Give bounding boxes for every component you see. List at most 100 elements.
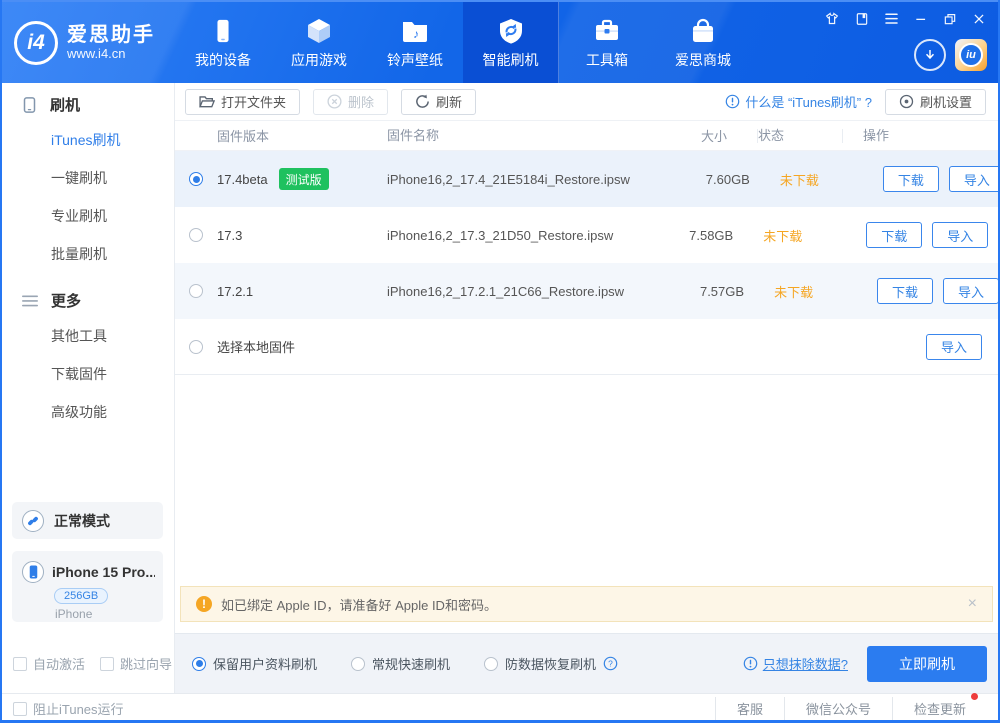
- header: i4 爱思助手 www.i4.cn 我的设备应用游戏♪铃声壁纸智能刷机工具箱爱思…: [0, 0, 1000, 83]
- firmware-radio[interactable]: [189, 340, 203, 354]
- sidebar-item[interactable]: 一键刷机: [0, 159, 174, 197]
- flash-mode-radio[interactable]: 防数据恢复刷机?: [484, 654, 618, 673]
- sidebar-checkbox[interactable]: 跳过向导: [100, 654, 172, 673]
- notice-close-icon[interactable]: ×: [968, 595, 977, 613]
- firmware-radio[interactable]: [189, 284, 203, 298]
- firmware-version: 17.2.1: [217, 284, 253, 299]
- firmware-version: 选择本地固件: [217, 337, 295, 356]
- sidebar: 刷机iTunes刷机一键刷机专业刷机批量刷机更多其他工具下载固件高级功能 正常模…: [0, 83, 175, 693]
- open-folder-button[interactable]: 打开文件夹: [185, 89, 300, 115]
- sidebar-item[interactable]: 下载固件: [0, 355, 174, 393]
- nav-item-ringtone[interactable]: ♪铃声壁纸: [367, 2, 463, 83]
- download-button[interactable]: 下载: [877, 278, 933, 304]
- download-manager-button[interactable]: [914, 39, 946, 71]
- skin-icon[interactable]: [824, 11, 840, 26]
- import-button[interactable]: 导入: [926, 334, 982, 360]
- import-button[interactable]: 导入: [949, 166, 1000, 192]
- refresh-icon: [415, 94, 430, 109]
- statusbar-link[interactable]: 客服: [715, 697, 784, 720]
- toolbar: 打开文件夹 删除 刷新 什么是 “iTunes刷机” ? 刷机设置: [175, 83, 1000, 121]
- sidebar-item[interactable]: 高级功能: [0, 393, 174, 431]
- brand-name: 爱思助手: [67, 24, 155, 46]
- delete-button[interactable]: 删除: [313, 89, 388, 115]
- help-icon[interactable]: ?: [603, 656, 618, 671]
- nav-item-store[interactable]: 爱思商城: [655, 2, 751, 83]
- block-itunes-checkbox[interactable]: 阻止iTunes运行: [13, 699, 124, 718]
- firmware-radio[interactable]: [189, 172, 203, 186]
- apple-id-notice: ! 如已绑定 Apple ID，请准备好 Apple ID和密码。 ×: [180, 586, 993, 622]
- nav-item-device[interactable]: 我的设备: [175, 2, 271, 83]
- update-notification-dot: [971, 693, 978, 700]
- device-icon: [211, 15, 235, 45]
- sidebar-item[interactable]: 批量刷机: [0, 235, 174, 273]
- refresh-button[interactable]: 刷新: [401, 89, 476, 115]
- nav-item-apps[interactable]: 应用游戏: [271, 2, 367, 83]
- menu-lines-icon: [22, 294, 38, 308]
- svg-text:?: ?: [608, 659, 613, 669]
- logo-icon: i4: [14, 21, 58, 65]
- erase-data-link[interactable]: 只想抹除数据?: [743, 654, 848, 673]
- import-button[interactable]: 导入: [932, 222, 988, 248]
- sidebar-group-header-more[interactable]: 更多: [0, 284, 174, 317]
- flash-mode-radio[interactable]: 常规快速刷机: [351, 654, 450, 673]
- app-icon-inner: iu: [959, 43, 983, 67]
- card-icon[interactable]: [855, 12, 869, 26]
- table-header: 固件版本 固件名称 大小 状态 操作: [175, 121, 1000, 151]
- firmware-status: 未下载: [780, 170, 865, 189]
- flash-settings-button[interactable]: 刷机设置: [885, 89, 986, 115]
- app-logo: i4 爱思助手 www.i4.cn: [0, 2, 175, 83]
- sidebar-item[interactable]: 其他工具: [0, 317, 174, 355]
- sidebar-group-header-shuaji[interactable]: 刷机: [0, 88, 174, 121]
- sidebar-item[interactable]: 专业刷机: [0, 197, 174, 235]
- checkbox-icon: [13, 702, 27, 716]
- menu-icon[interactable]: [884, 12, 899, 25]
- firmware-version: 17.3: [217, 228, 242, 243]
- maximize-icon[interactable]: [943, 12, 957, 26]
- main-nav: 我的设备应用游戏♪铃声壁纸智能刷机工具箱爱思商城: [175, 2, 751, 83]
- titlebar-controls: [824, 11, 986, 26]
- download-button[interactable]: 下载: [883, 166, 939, 192]
- close-icon[interactable]: [972, 12, 986, 26]
- mode-label: 正常模式: [54, 511, 110, 531]
- beta-badge: 测试版: [279, 168, 329, 190]
- toolbox-icon: [593, 15, 621, 45]
- ringtone-icon: ♪: [401, 15, 429, 45]
- nav-item-flash[interactable]: 智能刷机: [463, 2, 559, 83]
- statusbar-link[interactable]: 检查更新: [892, 697, 987, 720]
- app-window: i4 爱思助手 www.i4.cn 我的设备应用游戏♪铃声壁纸智能刷机工具箱爱思…: [0, 0, 1000, 723]
- col-status: 状态: [757, 129, 842, 143]
- radio-icon: [192, 657, 206, 671]
- flash-now-button[interactable]: 立即刷机: [867, 646, 987, 682]
- col-version: 固件版本: [217, 126, 387, 145]
- flash-icon: [497, 15, 525, 45]
- firmware-name: iPhone16,2_17.2.1_21C66_Restore.ipsw: [387, 284, 624, 299]
- firmware-name: iPhone16,2_17.3_21D50_Restore.ipsw: [387, 228, 613, 243]
- link-mode-icon: [22, 510, 44, 532]
- notice-text: 如已绑定 Apple ID，请准备好 Apple ID和密码。: [221, 595, 497, 614]
- firmware-size: 7.57GB: [624, 284, 744, 299]
- checkbox-icon: [100, 657, 114, 671]
- import-button[interactable]: 导入: [943, 278, 999, 304]
- what-is-itunes-flash-link[interactable]: 什么是 “iTunes刷机” ?: [725, 92, 872, 111]
- device-name: iPhone 15 Pro...: [52, 564, 155, 580]
- device-card[interactable]: iPhone 15 Pro... 256GB iPhone: [12, 551, 163, 622]
- flash-mode-radio[interactable]: 保留用户资料刷机: [192, 654, 317, 673]
- download-button[interactable]: 下载: [866, 222, 922, 248]
- firmware-status: 未下载: [774, 282, 859, 301]
- firmware-row: 17.2.1 iPhone16,2_17.2.1_21C66_Restore.ip…: [175, 263, 1000, 319]
- col-actions: 操作: [842, 129, 1000, 143]
- svg-text:♪: ♪: [413, 27, 419, 41]
- sidebar-item[interactable]: iTunes刷机: [0, 121, 174, 159]
- nav-item-toolbox[interactable]: 工具箱: [559, 2, 655, 83]
- sidebar-checkbox[interactable]: 自动激活: [13, 654, 85, 673]
- app-icon[interactable]: iu: [955, 39, 987, 71]
- minimize-icon[interactable]: [914, 12, 928, 26]
- firmware-radio[interactable]: [189, 228, 203, 242]
- phone-outline-icon: [22, 96, 37, 114]
- sidebar-menu: 刷机iTunes刷机一键刷机专业刷机批量刷机更多其他工具下载固件高级功能: [0, 83, 174, 431]
- firmware-row: 17.4beta测试版iPhone16,2_17.4_21E5184i_Rest…: [175, 151, 1000, 207]
- mode-card[interactable]: 正常模式: [12, 502, 163, 539]
- radio-icon: [351, 657, 365, 671]
- checkbox-icon: [13, 657, 27, 671]
- statusbar-link[interactable]: 微信公众号: [784, 697, 892, 720]
